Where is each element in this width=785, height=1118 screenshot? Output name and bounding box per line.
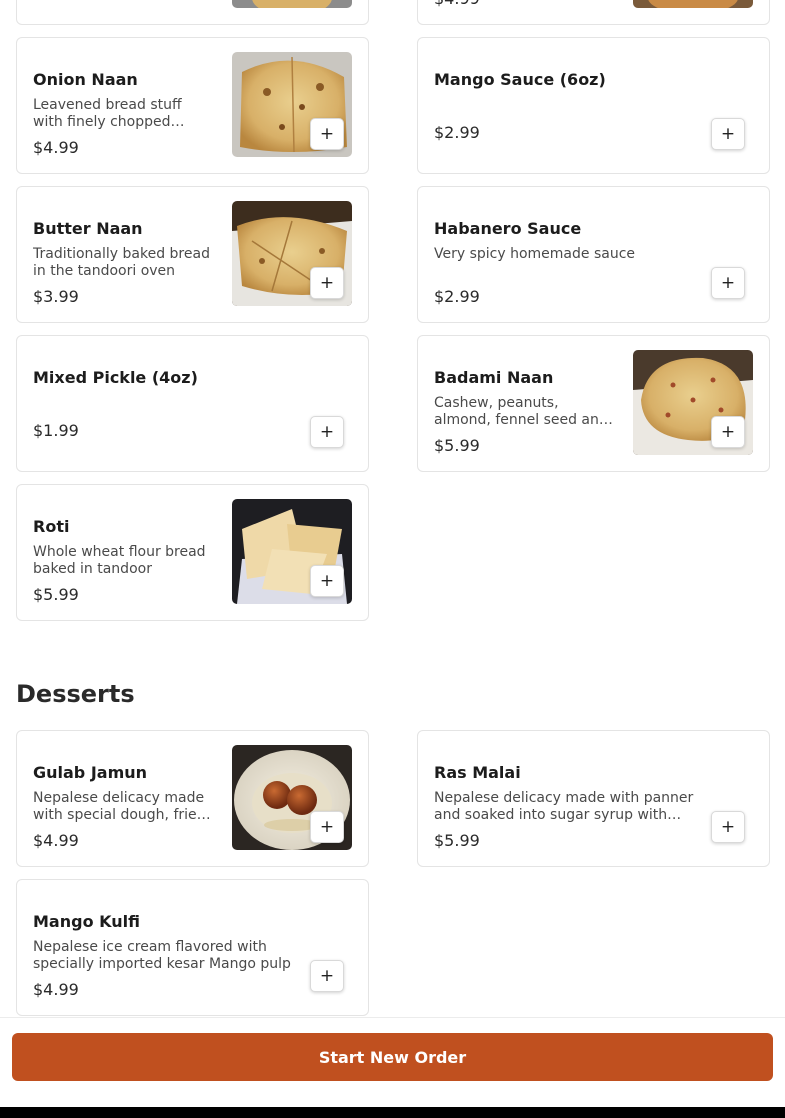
menu-item-card-partial[interactable] <box>16 0 369 25</box>
add-to-cart-button[interactable]: + <box>310 811 344 843</box>
item-description: Nepalese delicacy made with special doug… <box>33 790 206 823</box>
add-to-cart-button[interactable]: + <box>711 416 745 448</box>
item-name: Habanero Sauce <box>434 219 582 238</box>
item-price: $2.99 <box>434 287 480 306</box>
item-name: Mixed Pickle (4oz) <box>33 368 198 387</box>
footer-bar: Start New Order <box>0 1017 785 1107</box>
item-description: Very spicy homemade sauce <box>434 246 636 262</box>
item-description: Traditionally baked bread in the tandoor… <box>33 246 210 279</box>
item-name: Mango Sauce (6oz) <box>434 70 606 89</box>
menu-item-card[interactable]: Butter Naan Traditionally baked bread in… <box>16 186 369 323</box>
item-price: $2.99 <box>434 123 480 142</box>
item-photo <box>633 0 753 8</box>
add-to-cart-button[interactable]: + <box>711 118 745 150</box>
menu-item-card[interactable]: Mango Kulfi Nepalese ice cream flavored … <box>16 879 369 1016</box>
item-name: Roti <box>33 517 70 536</box>
item-price: $5.99 <box>434 831 480 850</box>
item-name: Badami Naan <box>434 368 554 387</box>
item-price: $4.99 <box>33 980 79 999</box>
menu-item-card[interactable]: Habanero Sauce Very spicy homemade sauce… <box>417 186 770 323</box>
add-to-cart-button[interactable]: + <box>711 811 745 843</box>
menu-item-card[interactable]: Mixed Pickle (4oz) $1.99 + <box>16 335 369 472</box>
item-name: Onion Naan <box>33 70 138 89</box>
add-to-cart-button[interactable]: + <box>310 565 344 597</box>
add-to-cart-button[interactable]: + <box>310 267 344 299</box>
item-price: $4.99 <box>434 0 480 8</box>
item-price: $3.99 <box>33 287 79 306</box>
add-to-cart-button[interactable]: + <box>711 267 745 299</box>
item-price: $5.99 <box>33 585 79 604</box>
item-name: Ras Malai <box>434 763 521 782</box>
item-description: Nepalese ice cream flavored with special… <box>33 939 291 972</box>
item-description: Cashew, peanuts, almond, fennel seed and… <box>434 395 608 428</box>
item-description: Nepalese delicacy made with panner and s… <box>434 790 694 823</box>
start-new-order-button[interactable]: Start New Order <box>12 1033 773 1081</box>
item-price: $5.99 <box>434 436 480 455</box>
item-description: Leavened bread stuff with finely chopped… <box>33 97 182 130</box>
menu-item-card[interactable]: Badami Naan Cashew, peanuts, almond, fen… <box>417 335 770 472</box>
item-description: Whole wheat flour bread baked in tandoor <box>33 544 206 577</box>
menu-item-card-partial[interactable]: $4.99 <box>417 0 770 25</box>
item-name: Mango Kulfi <box>33 912 140 931</box>
item-name: Butter Naan <box>33 219 143 238</box>
section-title-desserts: Desserts <box>16 680 135 708</box>
add-to-cart-button[interactable]: + <box>310 416 344 448</box>
menu-item-card[interactable]: Ras Malai Nepalese delicacy made with pa… <box>417 730 770 867</box>
add-to-cart-button[interactable]: + <box>310 118 344 150</box>
item-name: Gulab Jamun <box>33 763 148 782</box>
item-photo <box>232 0 352 8</box>
menu-item-card[interactable]: Roti Whole wheat flour bread baked in ta… <box>16 484 369 621</box>
menu-item-card[interactable]: Onion Naan Leavened bread stuff with fin… <box>16 37 369 174</box>
bottom-strip <box>0 1107 785 1118</box>
item-price: $4.99 <box>33 138 79 157</box>
menu-item-card[interactable]: Mango Sauce (6oz) $2.99 + <box>417 37 770 174</box>
item-price: $1.99 <box>33 421 79 440</box>
add-to-cart-button[interactable]: + <box>310 960 344 992</box>
item-price: $4.99 <box>33 831 79 850</box>
menu-item-card[interactable]: Gulab Jamun Nepalese delicacy made with … <box>16 730 369 867</box>
